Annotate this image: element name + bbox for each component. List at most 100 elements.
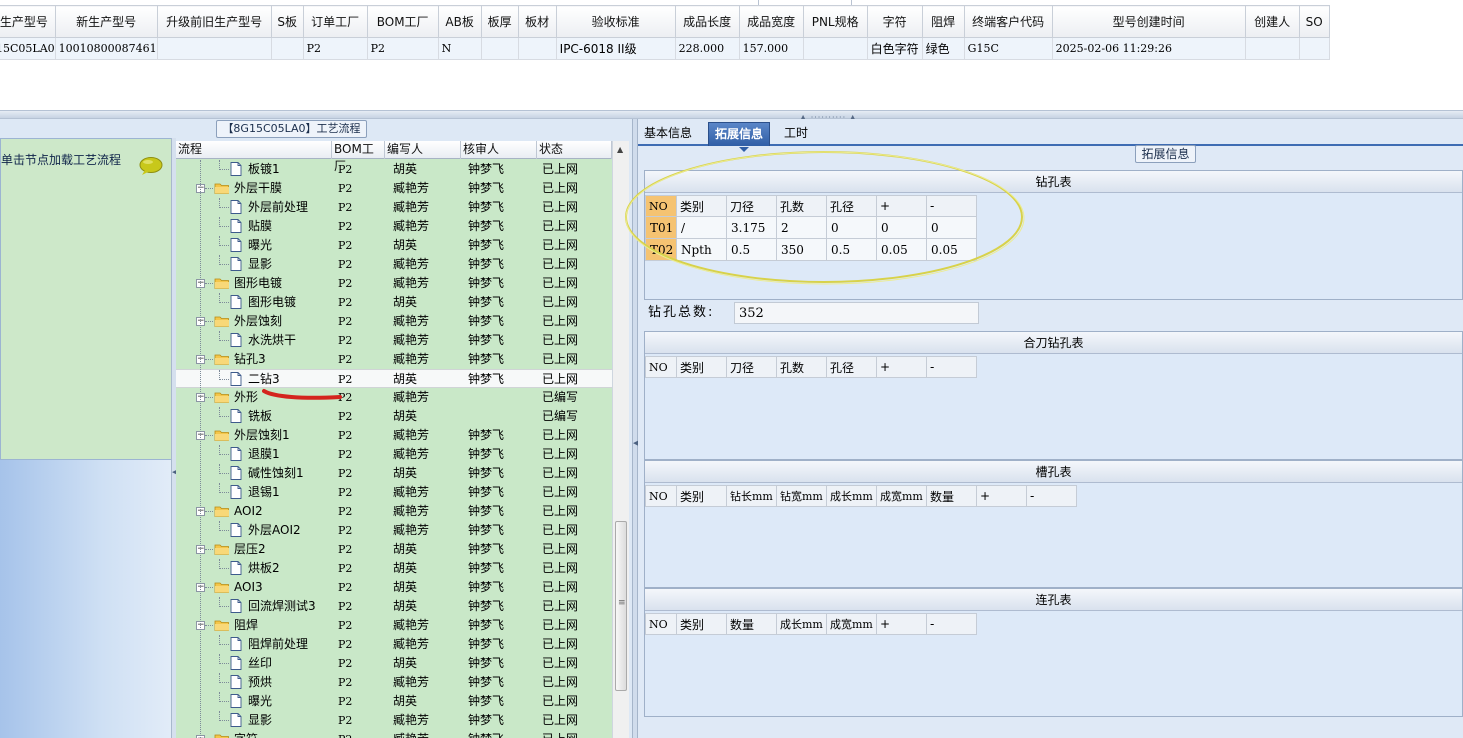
tree-node[interactable]: 外层前处理 (230, 198, 308, 217)
col-header-reviewer[interactable]: 核审人 (461, 141, 537, 159)
tree-node[interactable]: 曝光 (230, 236, 272, 255)
tree-node[interactable]: 字符 (214, 730, 258, 738)
top-grid-col-header[interactable]: 字符 (866, 5, 923, 38)
tree-row[interactable]: − 外形 P2 臧艳芳 已编写 (176, 388, 612, 407)
table-col-header[interactable]: 类别 (676, 356, 727, 378)
top-grid-col-header[interactable]: SO (1298, 5, 1330, 38)
table-col-header[interactable]: NO (645, 613, 677, 635)
table-col-header[interactable]: 成宽mm (876, 485, 927, 507)
table-col-header[interactable]: + (876, 356, 927, 378)
top-grid-cell[interactable]: 10010800087461 (54, 37, 158, 60)
tree-row[interactable]: 显影 P2 臧艳芳 钟梦飞 已上网 (176, 711, 612, 730)
tree-node[interactable]: AOI3 (214, 578, 263, 597)
tree-row[interactable]: 阻焊前处理 P2 臧艳芳 钟梦飞 已上网 (176, 635, 612, 654)
tree-row[interactable]: −字符P2臧艳芳钟梦飞已上网 (176, 730, 612, 738)
top-grid-col-header[interactable]: S板 (270, 5, 304, 38)
top-grid-cell[interactable] (480, 37, 519, 60)
top-grid-cell[interactable]: P2 (302, 37, 368, 60)
top-grid-cell[interactable] (1244, 37, 1300, 60)
table-col-header[interactable]: 钻长mm (726, 485, 777, 507)
tree-row[interactable]: 丝印 P2 胡英 钟梦飞 已上网 (176, 654, 612, 673)
tree-node[interactable]: 图形电镀 (230, 293, 296, 312)
tree-row[interactable]: 图形电镀 P2 胡英 钟梦飞 已上网 (176, 293, 612, 312)
tree-node[interactable]: 外层AOI2 (230, 521, 301, 540)
tree-node[interactable]: 显影 (230, 711, 272, 730)
tree-row[interactable]: − 图形电镀 P2 臧艳芳 钟梦飞 已上网 (176, 274, 612, 293)
tree-row[interactable]: 显影 P2 臧艳芳 钟梦飞 已上网 (176, 255, 612, 274)
tree-row[interactable]: − 阻焊 P2 臧艳芳 钟梦飞 已上网 (176, 616, 612, 635)
tree-row[interactable]: − 钻孔3 P2 臧艳芳 钟梦飞 已上网 (176, 350, 612, 369)
tree-node[interactable]: 回流焊测试3 (230, 597, 316, 616)
table-col-header[interactable]: NO (645, 485, 677, 507)
tree-row[interactable]: − 外层干膜 P2 臧艳芳 钟梦飞 已上网 (176, 179, 612, 198)
top-grid-cell[interactable] (1298, 37, 1330, 60)
tree-node[interactable]: 层压2 (214, 540, 266, 559)
tree-row[interactable]: 曝光 P2 胡英 钟梦飞 已上网 (176, 236, 612, 255)
table-col-header[interactable]: 成长mm (776, 613, 827, 635)
tree-row[interactable]: 曝光 P2 胡英 钟梦飞 已上网 (176, 692, 612, 711)
table-col-header[interactable]: 成宽mm (826, 613, 877, 635)
slot-table[interactable]: NO 类别 钻长mm 钻宽mm 成长mm 成宽mm 数量 + - (645, 485, 1077, 507)
tree-node[interactable]: 退锡1 (230, 483, 280, 502)
tree-node[interactable]: 阻焊前处理 (230, 635, 308, 654)
top-grid-col-header[interactable]: 订单工厂 (302, 5, 368, 38)
col-header-writer[interactable]: 编写人 (385, 141, 461, 159)
table-col-header[interactable]: - (926, 356, 977, 378)
top-grid-col-header[interactable]: 升级前旧生产型号 (156, 5, 272, 38)
tree-node[interactable]: AOI2 (214, 502, 263, 521)
top-grid-cell[interactable]: G15C (963, 37, 1053, 60)
top-grid-cell[interactable]: P2 (366, 37, 439, 60)
top-grid-cell[interactable]: 228.000 (674, 37, 740, 60)
top-grid-col-header[interactable]: 新生产型号 (54, 5, 158, 38)
tree-node[interactable]: 碱性蚀刻1 (230, 464, 304, 483)
drill-total-field[interactable]: 352 (734, 302, 979, 324)
tree-row[interactable]: 板镀1 P2 胡英 钟梦飞 已上网 (176, 160, 612, 179)
tree-node[interactable]: 贴膜 (230, 217, 272, 236)
table-col-header[interactable]: NO (645, 356, 677, 378)
node-hint-panel[interactable]: 单击节点加载工艺流程 (0, 138, 172, 460)
top-grid-cell[interactable]: 157.000 (738, 37, 804, 60)
horizontal-splitter[interactable]: ▲ ·········· ▲ (0, 110, 1463, 122)
top-grid-col-header[interactable]: AB板 (437, 5, 482, 38)
tree-node[interactable]: 水洗烘干 (230, 331, 296, 350)
top-grid-col-header[interactable]: 创建人 (1244, 5, 1300, 38)
top-grid-col-header[interactable]: 阻焊 (921, 5, 965, 38)
tab-extended-info[interactable]: 拓展信息 (708, 122, 771, 152)
tree-row[interactable]: − AOI3 P2 胡英 钟梦飞 已上网 (176, 578, 612, 597)
tree-node[interactable]: 铣板 (230, 407, 272, 426)
top-grid-col-header[interactable]: 板厚 (480, 5, 519, 38)
top-grid-col-header[interactable]: 型号创建时间 (1051, 5, 1246, 38)
tree-row[interactable]: 烘板2 P2 胡英 钟梦飞 已上网 (176, 559, 612, 578)
tree-node[interactable]: 退膜1 (230, 445, 280, 464)
top-grid-cell[interactable] (517, 37, 557, 60)
tree-node[interactable]: 板镀1 (230, 160, 280, 179)
tree-row[interactable]: 回流焊测试3 P2 胡英 钟梦飞 已上网 (176, 597, 612, 616)
table-col-header[interactable]: - (1026, 485, 1077, 507)
top-data-grid[interactable]: 生产型号 新生产型号 升级前旧生产型号 S板 订单工厂 BOM工厂 AB板 板厚 板材 验收标准成… (0, 0, 1463, 110)
table-col-header[interactable]: 数量 (926, 485, 977, 507)
tab-work-hours[interactable]: 工时 (778, 122, 814, 146)
tree-node[interactable]: 外层蚀刻 (214, 312, 282, 331)
table-col-header[interactable]: 刀径 (726, 356, 777, 378)
tree-node[interactable]: 外层蚀刻1 (214, 426, 290, 445)
tree-row[interactable]: − 层压2 P2 胡英 钟梦飞 已上网 (176, 540, 612, 559)
col-header-status[interactable]: 状态 (537, 141, 612, 159)
table-col-header[interactable]: 类别 (676, 485, 727, 507)
tree-node[interactable]: 外层干膜 (214, 179, 282, 198)
scrollbar-thumb[interactable]: ≡ (615, 521, 627, 691)
tree-node[interactable]: 预烘 (230, 673, 272, 692)
link-table[interactable]: NO 类别 数量 成长mm 成宽mm + - (645, 613, 977, 635)
tree-node[interactable]: 图形电镀 (214, 274, 282, 293)
tree-row[interactable]: 碱性蚀刻1 P2 胡英 钟梦飞 已上网 (176, 464, 612, 483)
tree-row[interactable]: − 外层蚀刻1 P2 臧艳芳 钟梦飞 已上网 (176, 426, 612, 445)
tree-row[interactable]: 外层前处理 P2 臧艳芳 钟梦飞 已上网 (176, 198, 612, 217)
top-grid-col-header[interactable]: PNL规格 (802, 5, 868, 38)
top-grid-cell[interactable] (156, 37, 272, 60)
tab-basic-info[interactable]: 基本信息 (638, 122, 698, 146)
top-grid-cell[interactable] (270, 37, 304, 60)
table-col-header[interactable]: 孔径 (826, 356, 877, 378)
tree-row[interactable]: 水洗烘干 P2 臧艳芳 钟梦飞 已上网 (176, 331, 612, 350)
tree-node[interactable]: 显影 (230, 255, 272, 274)
tree-row[interactable]: 外层AOI2 P2 臧艳芳 钟梦飞 已上网 (176, 521, 612, 540)
tree-row-selected[interactable]: 二钻3 P2 胡英 钟梦飞 已上网 (176, 369, 612, 388)
